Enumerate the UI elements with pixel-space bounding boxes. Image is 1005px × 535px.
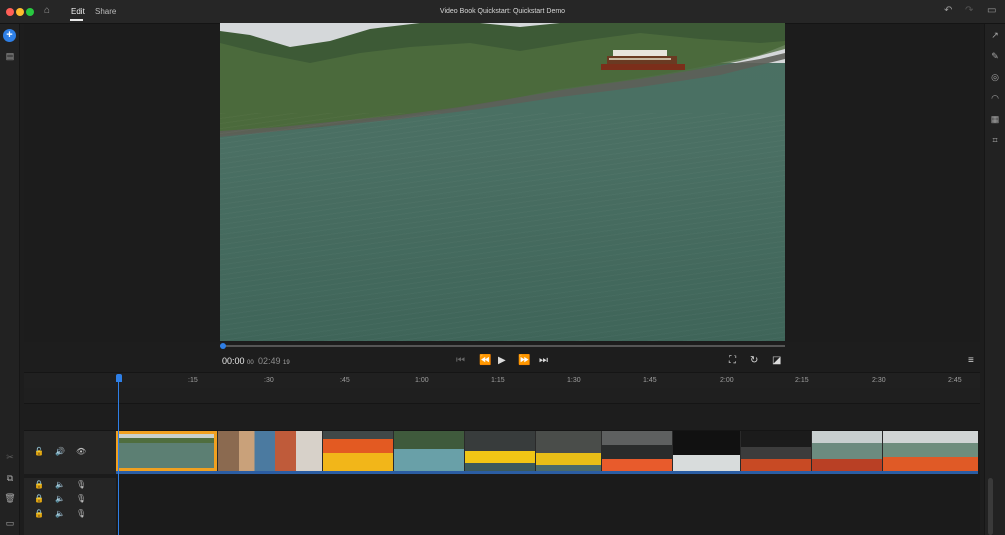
video-track-header: 🔓 🔊 👁 xyxy=(24,431,116,474)
volume-icon[interactable]: 🔊 xyxy=(55,447,65,456)
scrubber-handle[interactable] xyxy=(220,343,226,349)
output-icon[interactable]: ◪ xyxy=(772,354,781,368)
timeline-scrollbar[interactable] xyxy=(988,478,993,535)
volume-icon[interactable]: 🔈 xyxy=(55,480,65,489)
volume-icon[interactable]: 🔈 xyxy=(55,494,65,503)
playback-controls: 00:00 00 02:49 19 ⏮ ⏪ ▶ ⏩ ⏭ ⛶ ↻ ◪ ≡ xyxy=(24,352,980,372)
duplicate-icon[interactable]: ⧉ xyxy=(3,473,17,484)
microphone-icon[interactable]: 🎙 xyxy=(76,509,86,518)
step-back-icon[interactable]: ⏪ xyxy=(479,354,491,368)
ruler-label: :15 xyxy=(188,377,198,384)
video-preview[interactable] xyxy=(220,23,785,341)
window-title: Video Book Quickstart: Quickstart Demo xyxy=(439,8,566,15)
title-bar: ⌂ Edit Share Video Book Quickstart: Quic… xyxy=(0,0,1005,24)
clip-audio-waveform xyxy=(116,471,978,474)
ruler-label: 2:15 xyxy=(795,377,809,384)
auto-reframe-icon[interactable]: ↗ xyxy=(988,30,1002,41)
current-time: 00:00 xyxy=(222,356,245,366)
fit-frame-icon[interactable]: ⛶ xyxy=(729,354,736,368)
lock-icon[interactable]: 🔒 xyxy=(34,480,44,489)
play-icon[interactable]: ▶ xyxy=(498,354,506,368)
tab-edit-indicator xyxy=(70,19,83,21)
ruler-label: :30 xyxy=(264,377,274,384)
add-media-button[interactable]: + xyxy=(3,29,16,42)
playhead-line[interactable] xyxy=(118,380,119,535)
video-clip[interactable] xyxy=(673,431,740,471)
ruler-label: 1:30 xyxy=(567,377,581,384)
video-clip[interactable] xyxy=(394,431,464,471)
go-to-start-icon[interactable]: ⏮ xyxy=(456,354,465,368)
color-icon[interactable]: ◎ xyxy=(988,72,1002,83)
menu-icon[interactable]: ≡ xyxy=(968,354,974,368)
ruler-label: 2:30 xyxy=(872,377,886,384)
current-frames: 00 xyxy=(247,360,254,366)
effects-icon[interactable]: ✎ xyxy=(988,51,1002,62)
playback-scrubber[interactable] xyxy=(220,345,785,347)
microphone-icon[interactable]: 🎙 xyxy=(76,480,86,489)
lock-icon[interactable]: 🔒 xyxy=(34,494,44,503)
video-clip[interactable] xyxy=(883,431,978,471)
timeline-ruler[interactable]: :15 :30 :45 1:00 1:15 1:30 1:45 2:00 2:1… xyxy=(24,372,980,388)
video-clip[interactable] xyxy=(323,431,393,471)
go-to-end-icon[interactable]: ⏭ xyxy=(539,354,548,368)
ruler-label: 2:45 xyxy=(948,377,962,384)
audio-track-headers: 🔒 🔈 🎙 🔒 🔈 🎙 🔒 🔈 🎙 xyxy=(24,478,116,535)
track-settings-icon[interactable]: ▭ xyxy=(3,518,17,529)
volume-icon[interactable]: 🔈 xyxy=(55,509,65,518)
step-forward-icon[interactable]: ⏩ xyxy=(518,354,530,368)
video-clip[interactable] xyxy=(602,431,672,471)
duration-timecode: 02:49 19 xyxy=(258,356,290,366)
crop-icon[interactable]: ⌗ xyxy=(988,135,1002,146)
video-clip-strip xyxy=(116,431,978,474)
video-clip[interactable] xyxy=(741,431,811,471)
ruler-label: 1:00 xyxy=(415,377,429,384)
ruler-label: 1:15 xyxy=(491,377,505,384)
track-row-empty xyxy=(24,404,980,431)
trash-icon[interactable]: 🗑 xyxy=(3,493,17,504)
left-sidebar: + ▤ ✂ ⧉ 🗑 ▭ xyxy=(0,24,20,535)
ruler-label: 1:45 xyxy=(643,377,657,384)
loop-icon[interactable]: ↻ xyxy=(750,354,758,368)
playhead-handle[interactable] xyxy=(116,374,122,382)
video-clip[interactable] xyxy=(812,431,882,471)
speed-icon[interactable]: ◠ xyxy=(988,93,1002,104)
layout-icon[interactable]: ▦ xyxy=(988,114,1002,125)
water-ripples xyxy=(220,113,785,341)
video-clip[interactable] xyxy=(218,431,322,471)
duration-frames: 19 xyxy=(283,360,290,366)
scissors-icon[interactable]: ✂ xyxy=(3,452,17,463)
eye-icon[interactable]: 👁 xyxy=(76,447,86,456)
feedback-icon[interactable]: ▭ xyxy=(987,5,996,17)
duration-time: 02:49 xyxy=(258,356,281,366)
boat-illustration xyxy=(601,50,685,70)
ruler-label: 2:00 xyxy=(720,377,734,384)
lock-icon[interactable]: 🔒 xyxy=(34,509,44,518)
lock-icon[interactable]: 🔓 xyxy=(34,447,44,456)
video-clip[interactable] xyxy=(536,431,601,471)
video-clip[interactable] xyxy=(465,431,535,471)
ruler-label: :45 xyxy=(340,377,350,384)
redo-icon[interactable]: ↷ xyxy=(965,5,973,17)
track-row-top xyxy=(24,388,980,404)
right-sidebar: ↗ ✎ ◎ ◠ ▦ ⌗ xyxy=(984,24,1005,535)
project-panel-icon[interactable]: ▤ xyxy=(3,51,17,62)
microphone-icon[interactable]: 🎙 xyxy=(76,494,86,503)
video-clip[interactable] xyxy=(116,431,217,471)
current-timecode: 00:00 00 xyxy=(222,356,254,366)
undo-icon[interactable]: ↶ xyxy=(944,5,952,17)
